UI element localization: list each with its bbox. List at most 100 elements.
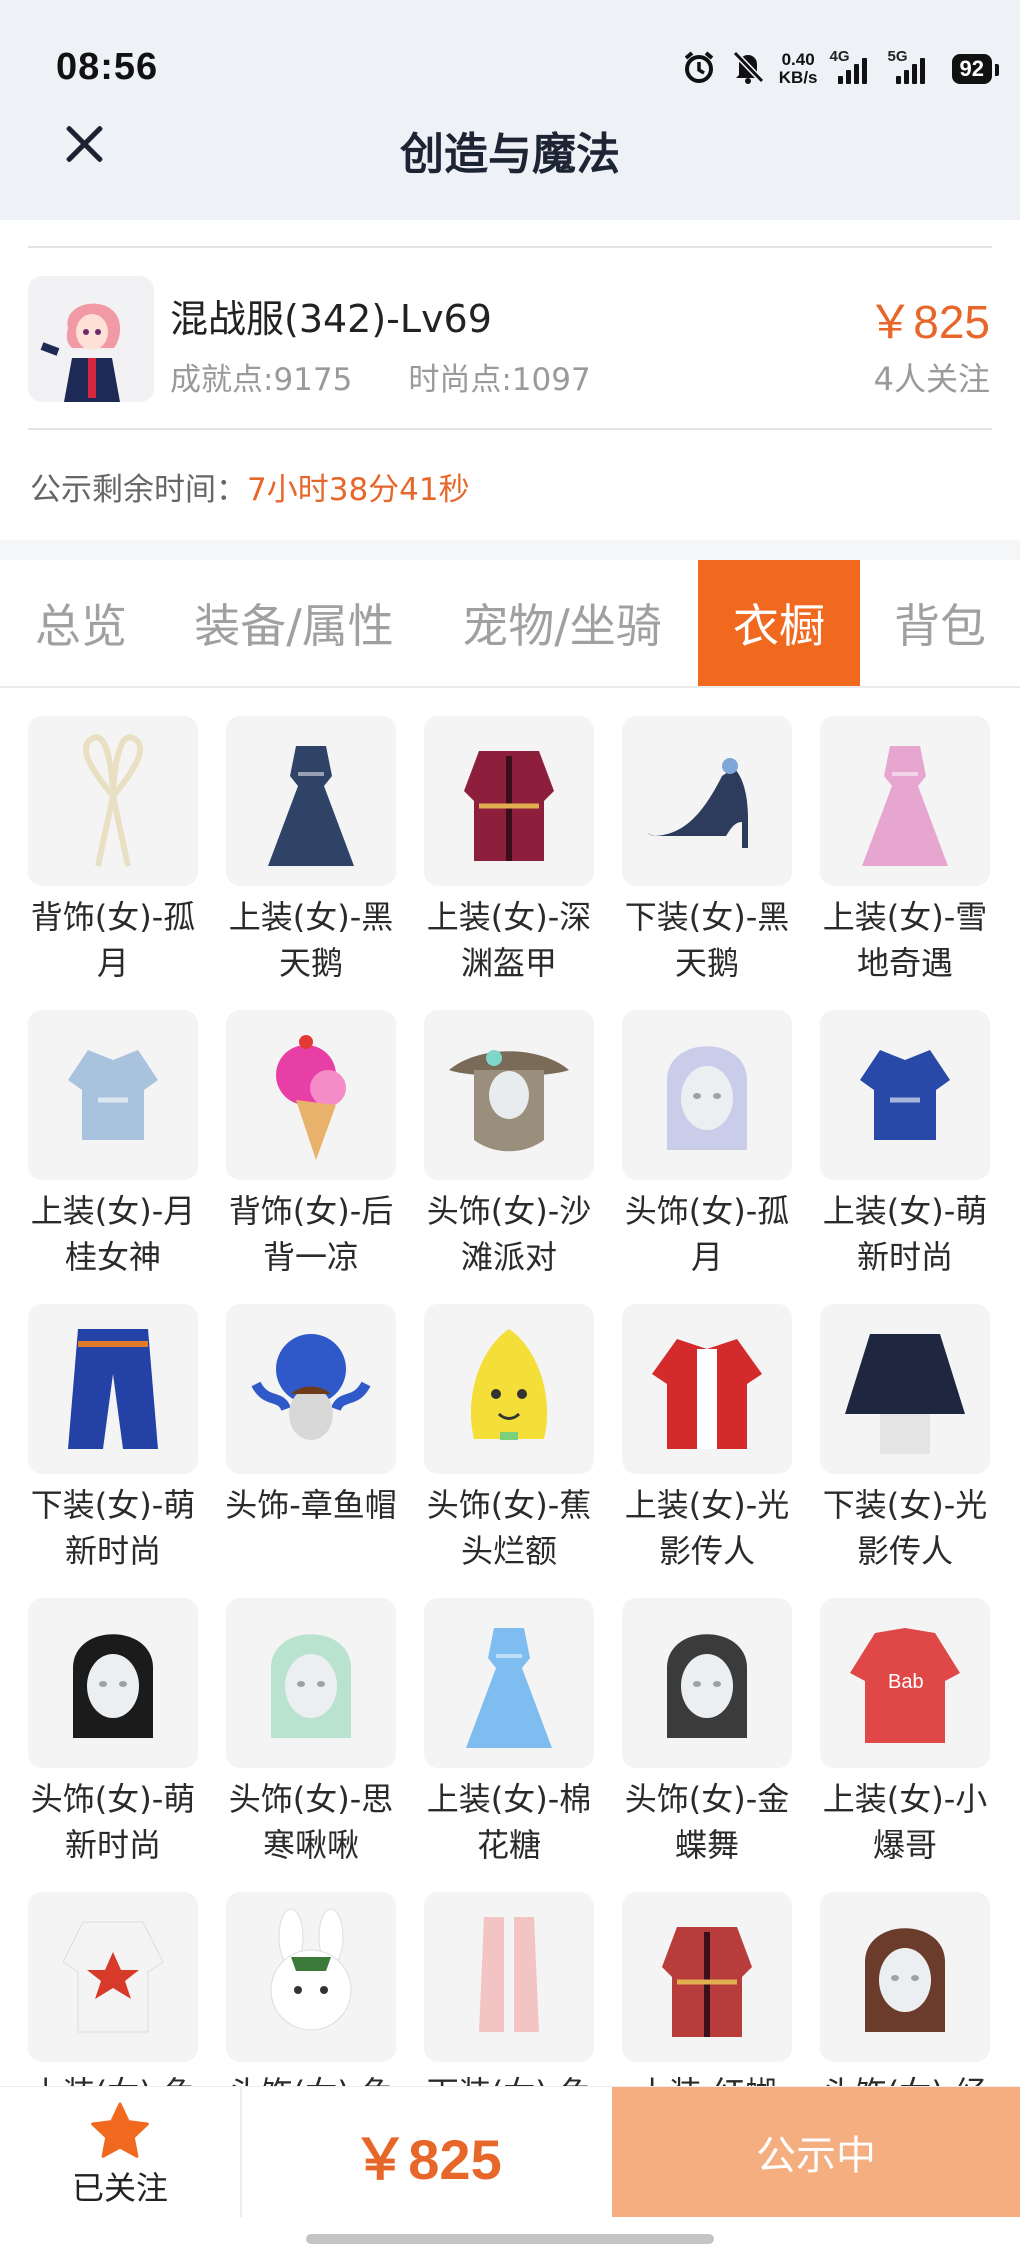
wardrobe-item[interactable]: 上装-红蝴 [622, 1892, 792, 2086]
wardrobe-item[interactable]: 头饰(女)-孤月 [622, 1010, 792, 1304]
armor-icon [424, 716, 594, 886]
hair-icon [28, 1598, 198, 1768]
tab-wardrobe[interactable]: 衣橱 [698, 560, 860, 686]
net-speed: 0.40 KB/s [779, 51, 818, 87]
top-icon [820, 1010, 990, 1180]
wardrobe-item-name: 下装(女)-光影传人 [822, 1486, 988, 1570]
bunny-head-icon [226, 1892, 396, 2062]
top-bar: 08:56 0.40 KB/s 4G 5G 92 创造与魔法 [0, 0, 1020, 220]
wardrobe-item[interactable]: 上装(女)-月桂女神 [28, 1010, 198, 1304]
public-status-button[interactable]: 公示中 [612, 2087, 1020, 2217]
hair-icon [622, 1010, 792, 1180]
net-speed-unit: KB/s [778, 68, 818, 87]
wardrobe-item[interactable]: 背饰(女)-后背一凉 [226, 1010, 396, 1304]
home-indicator[interactable] [306, 2234, 714, 2244]
fashion-points: 时尚点:1097 [408, 362, 591, 398]
ice-cream-icon [226, 1010, 396, 1180]
wardrobe-item-name: 头饰(女)-沙滩派对 [426, 1192, 592, 1276]
signal-icon-2: 5G [888, 48, 938, 84]
wardrobe-item[interactable]: 下装(女)-兔 [424, 1892, 594, 2086]
wardrobe-item[interactable]: 上装(女)-棉花糖 [424, 1598, 594, 1892]
boots-icon [424, 1892, 594, 2062]
wardrobe-item-name: 上装(女)-雪地奇遇 [822, 898, 988, 982]
wardrobe-item[interactable]: 上装(女)-兔 [28, 1892, 198, 2086]
wardrobe-item[interactable]: 头饰-章鱼帽 [225, 1304, 397, 1598]
wardrobe-item[interactable]: 上装(女)-萌新时尚 [820, 1010, 990, 1304]
signal-tag-4g: 4G [829, 48, 850, 65]
hoodie-icon: Bab [820, 1598, 990, 1768]
wardrobe-grid: 背饰(女)-孤月 上装(女)-黑天鹅 上装(女)-深渊盔甲 下装(女)-黑天鹅 上装(女… [28, 716, 992, 2086]
tab-overview[interactable]: 总览 [0, 560, 162, 686]
wardrobe-item-name: 头饰(女)-兔 [221, 2070, 401, 2086]
mute-bell-icon [731, 49, 765, 89]
high-heel-icon [622, 716, 792, 886]
divider [28, 246, 992, 248]
hair-icon [820, 1892, 990, 2062]
follow-label: 已关注 [71, 2169, 168, 2207]
wardrobe-item-name: 上装-红蝴 [617, 2070, 797, 2086]
wardrobe-item-name: 头饰(女)-经 [815, 2070, 992, 2086]
countdown-label: 公示剩余时间： [30, 472, 247, 508]
signal-icon: 4G [830, 48, 876, 84]
wardrobe-item-name: 下装(女)-萌新时尚 [30, 1486, 196, 1570]
status-icons: 0.40 KB/s 4G 5G 92 [681, 44, 1000, 94]
item-summary: 混战服(342)-Lv69 成就点:9175 时尚点:1097 ￥825 4人关… [0, 220, 1020, 540]
hair-icon [226, 1598, 396, 1768]
item-name: 混战服(342)-Lv69 [170, 297, 492, 341]
octopus-hat-icon [226, 1304, 396, 1474]
tab-backpack[interactable]: 背包 [860, 560, 1020, 686]
bottom-price: ￥825 [352, 2128, 502, 2191]
wardrobe-item[interactable]: 上装(女)-深渊盔甲 [424, 716, 594, 1010]
wardrobe-item[interactable]: 上装(女)-雪地奇遇 [820, 716, 990, 1010]
hat-hair-icon [424, 1010, 594, 1180]
wardrobe-item[interactable]: 头饰(女)-金蝶舞 [622, 1598, 792, 1892]
banana-hat-icon [424, 1304, 594, 1474]
wardrobe-item-name: 背饰(女)-后背一凉 [228, 1192, 394, 1276]
jacket-icon [622, 1304, 792, 1474]
wardrobe-item-name: 下装(女)-黑天鹅 [624, 898, 790, 982]
item-price: ￥825 [867, 296, 990, 348]
tab-pets[interactable]: 宠物/坐骑 [426, 560, 698, 686]
countdown-value: 7小时38分41秒 [247, 472, 470, 508]
follow-button[interactable]: 已关注 [0, 2087, 242, 2217]
wardrobe-item-name: 头饰(女)-萌新时尚 [30, 1780, 196, 1864]
wardrobe-item[interactable]: 上装(女)-光影传人 [622, 1304, 792, 1598]
wardrobe-item-name: 头饰(女)-蕉头烂额 [426, 1486, 592, 1570]
wardrobe-item[interactable]: Bab 上装(女)-小爆哥 [820, 1598, 990, 1892]
dress-icon [820, 716, 990, 886]
dress-icon [424, 1598, 594, 1768]
character-avatar[interactable] [28, 276, 154, 402]
wardrobe-item[interactable]: 下装(女)-黑天鹅 [622, 716, 792, 1010]
back-ornament-ribbon-icon [28, 716, 198, 886]
armor-icon [622, 1892, 792, 2062]
wardrobe-item[interactable]: 头饰(女)-蕉头烂额 [424, 1304, 594, 1598]
dress-icon [226, 716, 396, 886]
skirt-icon [820, 1304, 990, 1474]
alarm-icon [681, 49, 717, 89]
public-countdown: 公示剩余时间：7小时38分41秒 [30, 464, 470, 509]
achievement-points: 成就点:9175 [170, 362, 353, 398]
wardrobe-item[interactable]: 头饰(女)-兔 [226, 1892, 396, 2086]
wardrobe-item[interactable]: 头饰(女)-萌新时尚 [28, 1598, 198, 1892]
status-time: 08:56 [56, 46, 159, 88]
wardrobe-item-name: 头饰(女)-金蝶舞 [624, 1780, 790, 1864]
wardrobe-item[interactable]: 下装(女)-萌新时尚 [28, 1304, 198, 1598]
wardrobe-item-name: 上装(女)-光影传人 [624, 1486, 790, 1570]
star-icon [91, 2102, 149, 2158]
wardrobe-item[interactable]: 头饰(女)-经 [820, 1892, 990, 2086]
signal-tag-5g: 5G [887, 48, 908, 65]
section-gap [0, 540, 1020, 560]
wardrobe-item[interactable]: 下装(女)-光影传人 [820, 1304, 990, 1598]
wardrobe-item-name: 头饰-章鱼帽 [225, 1486, 397, 1524]
wardrobe-item-name: 背饰(女)-孤月 [30, 898, 196, 982]
wardrobe-item[interactable]: 上装(女)-黑天鹅 [226, 716, 396, 1010]
follower-count: 4人关注 [873, 360, 990, 398]
wardrobe-item[interactable]: 头饰(女)-沙滩派对 [424, 1010, 594, 1304]
wardrobe-item-name: 上装(女)-萌新时尚 [822, 1192, 988, 1276]
wardrobe-item-name: 下装(女)-兔 [419, 2070, 599, 2086]
net-speed-value: 0.40 [781, 50, 815, 69]
wardrobe-item[interactable]: 背饰(女)-孤月 [28, 716, 198, 1010]
bottom-bar: 已关注 ￥825 公示中 [0, 2086, 1020, 2217]
tab-equipment[interactable]: 装备/属性 [162, 560, 426, 686]
wardrobe-item[interactable]: 头饰(女)-思寒啾啾 [226, 1598, 396, 1892]
